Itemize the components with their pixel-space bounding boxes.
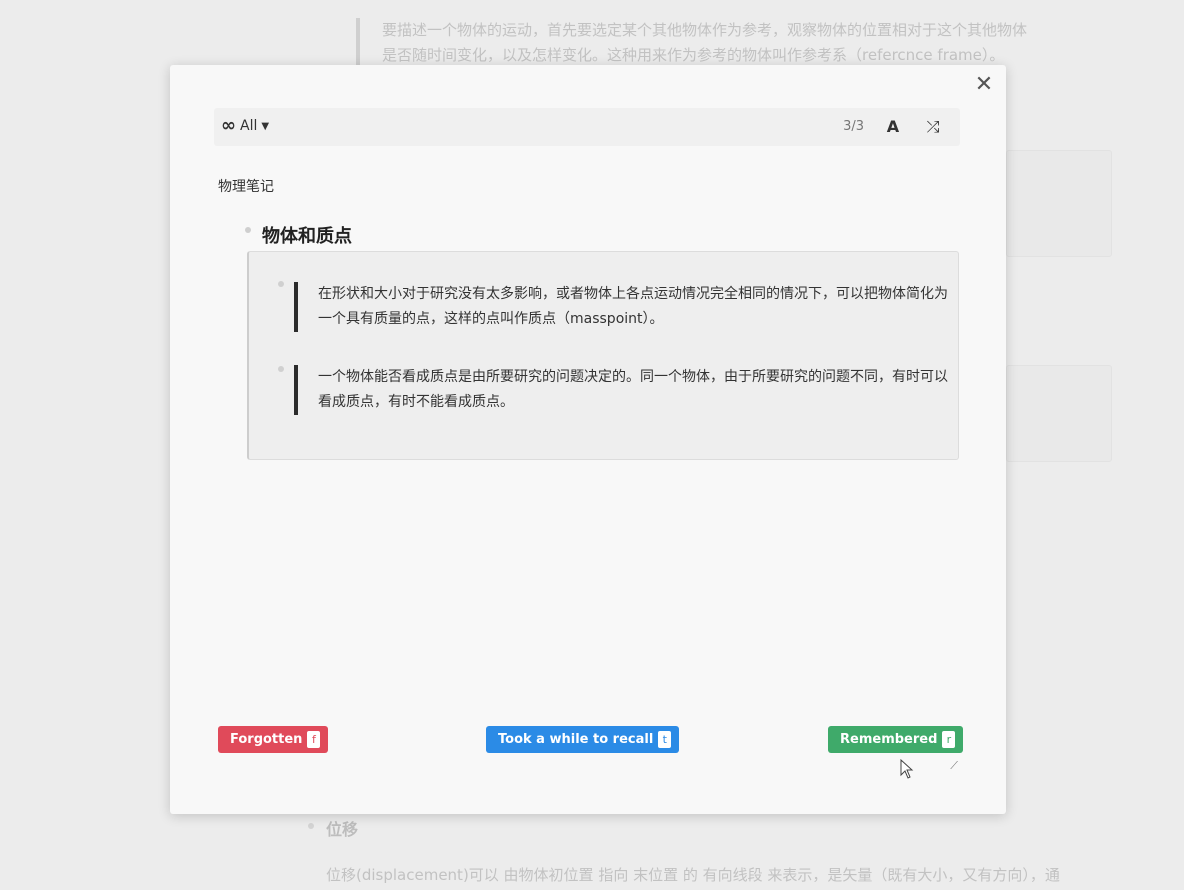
mouse-cursor-icon xyxy=(900,759,914,779)
flashcard-review-modal: ✕ ∞ All ▼ 3/3 A ⤮ 物理笔记 物体和质点 在形状和大小对于研究没… xyxy=(170,65,1006,814)
forgotten-button[interactable]: Forgotten f xyxy=(218,726,329,753)
background-quote-line: 要描述一个物体的运动，首先要选定某个其他物体作为参考，观察物体的位置相对于这个其… xyxy=(382,21,1028,39)
deck-filter-label: All xyxy=(240,118,258,134)
review-toolbar: ∞ All ▼ 3/3 A ⤮ xyxy=(214,108,960,146)
card-question: 物体和质点 xyxy=(262,226,352,247)
answer-point: 一个物体能否看成质点是由所要研究的问题决定的。同一个物体，由于所要研究的问题不同… xyxy=(294,365,958,415)
close-icon[interactable]: ✕ xyxy=(972,73,996,97)
font-icon[interactable]: A xyxy=(880,115,906,139)
background-quote: 要描述一个物体的运动，首先要选定某个其他物体作为参考，观察物体的位置相对于这个其… xyxy=(356,18,1122,68)
forgotten-label: Forgotten xyxy=(230,732,303,747)
remembered-label: Remembered xyxy=(840,732,938,747)
background-panel xyxy=(1006,150,1112,257)
background-panel xyxy=(1006,365,1112,462)
remembered-button[interactable]: Remembered r xyxy=(828,726,964,753)
bullet-icon xyxy=(278,281,284,287)
card-answer: 在形状和大小对于研究没有太多影响，或者物体上各点运动情况完全相同的情况下，可以把… xyxy=(247,251,959,460)
shuffle-icon[interactable]: ⤮ xyxy=(920,115,946,139)
took-a-while-button[interactable]: Took a while to recall t xyxy=(486,726,680,753)
bullet-icon xyxy=(278,366,284,372)
background-heading: 位移 xyxy=(326,820,359,839)
answer-point: 在形状和大小对于研究没有太多影响，或者物体上各点运动情况完全相同的情况下，可以把… xyxy=(294,282,958,332)
shortcut-key: r xyxy=(942,731,956,748)
deck-title: 物理笔记 xyxy=(218,179,274,195)
shortcut-key: f xyxy=(307,731,321,748)
bullet-icon xyxy=(245,227,251,233)
caret-down-icon: ▼ xyxy=(261,120,270,132)
resize-handle-icon[interactable]: ⟋ xyxy=(950,759,958,773)
recall-label: Took a while to recall xyxy=(498,732,654,747)
background-bullet xyxy=(308,823,314,829)
deck-filter-dropdown[interactable]: ∞ All ▼ xyxy=(221,117,269,135)
background-paragraph: 位移(displacement)可以 由物体初位置 指向 末位置 的 有向线段 … xyxy=(326,866,1060,884)
shortcut-key: t xyxy=(658,731,672,748)
infinity-icon: ∞ xyxy=(221,115,236,136)
card-counter: 3/3 xyxy=(843,119,864,134)
